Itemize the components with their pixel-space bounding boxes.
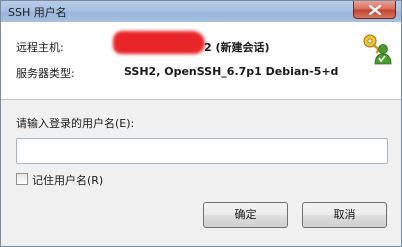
username-input[interactable]	[16, 138, 388, 164]
remote-host-value: 2 (新建会话)	[204, 41, 270, 54]
ssh-username-dialog: SSH 用户名 远程主机: 2 (新建会话) 服务器类型: SSH2, Open…	[0, 0, 402, 247]
server-type-label: 服务器类型:	[16, 67, 75, 80]
remember-username-label[interactable]: 记住用户名(R)	[32, 172, 103, 188]
keys-user-icon	[363, 34, 392, 65]
ok-button[interactable]: 确定	[203, 202, 288, 228]
close-icon	[369, 5, 381, 15]
cancel-button[interactable]: 取消	[302, 202, 387, 228]
connection-info-panel: 远程主机: 2 (新建会话) 服务器类型: SSH2, OpenSSH_6.7p…	[1, 22, 401, 99]
server-type-value: SSH2, OpenSSH_6.7p1 Debian-5+d	[124, 65, 339, 78]
username-prompt-label: 请输入登录的用户名(E):	[16, 117, 135, 130]
window-title: SSH 用户名	[8, 6, 67, 19]
close-button[interactable]	[353, 1, 396, 19]
header-separator	[1, 99, 401, 100]
title-bar[interactable]: SSH 用户名	[1, 1, 401, 22]
redaction-mark	[113, 31, 205, 54]
remember-username-checkbox[interactable]	[16, 173, 28, 185]
remote-host-label: 远程主机:	[16, 41, 64, 54]
